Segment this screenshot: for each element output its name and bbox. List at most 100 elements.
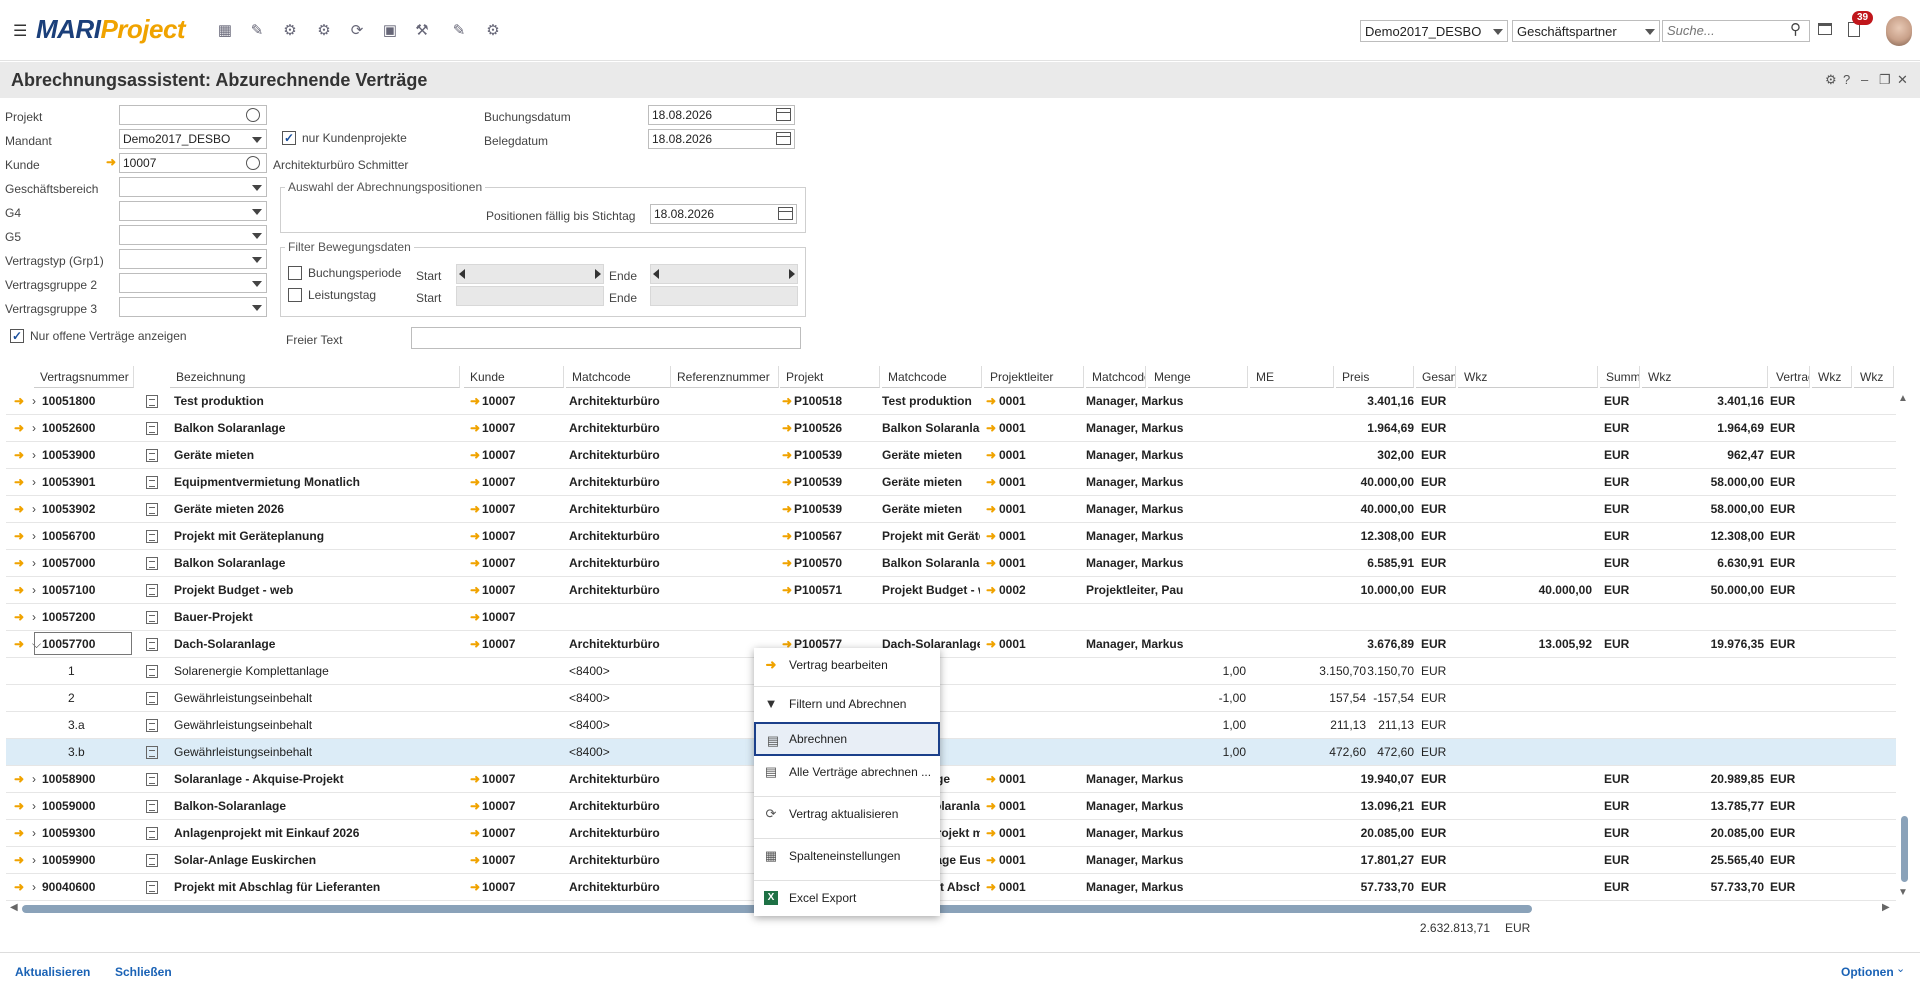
- table-row[interactable]: ➜ › 10053901 Equipmentvermietung Monatlich ➜…: [6, 469, 1896, 496]
- minimize-icon[interactable]: –: [1861, 72, 1868, 87]
- menu-vertrag-aktualisieren[interactable]: ⟳ Vertrag aktualisieren: [754, 796, 940, 830]
- column-header[interactable]: Wkz: [1854, 366, 1894, 388]
- column-header[interactable]: Bezeichnung: [170, 366, 460, 388]
- contract-doc-icon[interactable]: [146, 827, 158, 840]
- contract-doc-icon[interactable]: [146, 476, 158, 489]
- table-row[interactable]: ➜ › 10057000 Balkon Solaranlage ➜ 10007 Archit…: [6, 550, 1896, 577]
- kunde-arrow-icon[interactable]: ➜: [470, 631, 480, 657]
- pl-arrow-icon[interactable]: ➜: [986, 469, 996, 495]
- g4-select[interactable]: [119, 201, 267, 221]
- projekt-arrow-icon[interactable]: ➜: [782, 388, 792, 414]
- search-icon[interactable]: ⚲: [1790, 20, 1801, 38]
- lookup-icon[interactable]: [246, 156, 260, 170]
- restore-icon[interactable]: ❐: [1879, 72, 1891, 88]
- pl-arrow-icon[interactable]: ➜: [986, 496, 996, 522]
- close-icon[interactable]: ✕: [1897, 72, 1908, 88]
- kunde-arrow-icon[interactable]: ➜: [470, 793, 480, 819]
- row-arrow-icon[interactable]: ➜: [14, 577, 24, 603]
- contract-doc-icon[interactable]: [146, 773, 158, 786]
- row-arrow-icon[interactable]: ➜: [14, 766, 24, 792]
- chevron-right-icon[interactable]: ›: [32, 847, 36, 873]
- kunde-arrow-icon[interactable]: ➜: [470, 604, 480, 630]
- freier-text-field[interactable]: [411, 327, 801, 349]
- column-header[interactable]: Vertragsnummer: [34, 366, 134, 388]
- column-header[interactable]: ME: [1250, 366, 1334, 388]
- menu-alle-vertraege[interactable]: ▤ Alle Verträge abrechnen ...: [754, 755, 940, 789]
- kunde-arrow-icon[interactable]: ➜: [470, 847, 480, 873]
- table-row[interactable]: ➜ › 10056700 Projekt mit Geräteplanung ➜ 1000…: [6, 523, 1896, 550]
- chevron-right-icon[interactable]: ›: [32, 874, 36, 900]
- column-header[interactable]: Matchcode: [566, 366, 671, 388]
- column-header[interactable]: Referenznummer: [671, 366, 779, 388]
- client-select[interactable]: Demo2017_DESBO: [1360, 20, 1508, 42]
- projekt-field[interactable]: [119, 105, 267, 125]
- column-header[interactable]: Matchcode: [1086, 366, 1146, 388]
- table-row[interactable]: ➜ › 10052600 Balkon Solaranlage ➜ 10007 Archit…: [6, 415, 1896, 442]
- kunde-arrow-icon[interactable]: ➜: [470, 442, 480, 468]
- buchungsperiode-ende[interactable]: [650, 264, 798, 284]
- table-row[interactable]: ➜ › 10059300 Anlagenprojekt mit Einkauf 202…: [6, 820, 1896, 847]
- column-header[interactable]: Matchcode: [882, 366, 982, 388]
- nur-offene-checkbox[interactable]: ✓: [10, 329, 24, 343]
- column-header[interactable]: Vertragsvolumen: [1770, 366, 1810, 388]
- kunde-arrow-icon[interactable]: ➜: [470, 496, 480, 522]
- leistungstag-ende[interactable]: [650, 286, 798, 306]
- dashboard-icon[interactable]: ▦: [216, 22, 234, 40]
- scroll-up-icon[interactable]: ▲: [1898, 393, 1908, 404]
- scroll-left-icon[interactable]: ◀: [10, 902, 18, 913]
- row-arrow-icon[interactable]: ➜: [14, 415, 24, 441]
- row-arrow-icon[interactable]: ➜: [14, 820, 24, 846]
- menu-icon[interactable]: ☰: [13, 21, 27, 41]
- kunde-arrow-icon[interactable]: ➜: [470, 388, 480, 414]
- contract-doc-icon[interactable]: [146, 719, 158, 732]
- avatar[interactable]: [1886, 16, 1912, 46]
- contract-doc-icon[interactable]: [146, 692, 158, 705]
- row-arrow-icon[interactable]: ➜: [14, 631, 24, 657]
- contract-doc-icon[interactable]: [146, 422, 158, 435]
- contract-doc-icon[interactable]: [146, 854, 158, 867]
- row-arrow-icon[interactable]: ➜: [14, 523, 24, 549]
- window-icon[interactable]: [1818, 23, 1832, 35]
- workflow-icon[interactable]: ⟳: [348, 22, 366, 40]
- chevron-right-icon[interactable]: ›: [32, 415, 36, 441]
- column-header[interactable]: Menge: [1148, 366, 1248, 388]
- row-arrow-icon[interactable]: ➜: [14, 604, 24, 630]
- row-arrow-icon[interactable]: ➜: [14, 847, 24, 873]
- kunde-field[interactable]: 10007: [119, 153, 267, 173]
- archive-icon[interactable]: ▣: [381, 22, 399, 40]
- pl-arrow-icon[interactable]: ➜: [986, 523, 996, 549]
- optionen-button[interactable]: Optionen: [1841, 965, 1894, 979]
- table-row[interactable]: ➜ › 10053900 Geräte mieten ➜ 10007 Architektur…: [6, 442, 1896, 469]
- menu-vertrag-bearbeiten[interactable]: ➜ Vertrag bearbeiten: [754, 648, 940, 682]
- column-header[interactable]: Wkz: [1642, 366, 1768, 388]
- focused-cell[interactable]: [34, 632, 132, 655]
- chevron-right-icon[interactable]: ›: [32, 820, 36, 846]
- chevron-right-icon[interactable]: ›: [32, 793, 36, 819]
- contract-doc-icon[interactable]: [146, 611, 158, 624]
- project-add-icon[interactable]: ⚙: [281, 22, 299, 40]
- column-header[interactable]: Gesamt: [1416, 366, 1456, 388]
- kunde-arrow-icon[interactable]: ➜: [470, 820, 480, 846]
- column-header[interactable]: Kunde: [464, 366, 564, 388]
- aktualisieren-button[interactable]: Aktualisieren: [15, 965, 90, 979]
- table-row[interactable]: ➜ › 10051800 Test produktion ➜ 10007 Architekt…: [6, 388, 1896, 415]
- menu-abrechnen[interactable]: ▤ Abrechnen: [754, 722, 940, 756]
- chevron-right-icon[interactable]: ›: [32, 766, 36, 792]
- chevron-right-icon[interactable]: ›: [32, 496, 36, 522]
- kunde-arrow-icon[interactable]: ➜: [106, 155, 116, 169]
- pl-arrow-icon[interactable]: ➜: [986, 577, 996, 603]
- contract-doc-icon[interactable]: [146, 800, 158, 813]
- calendar-icon[interactable]: [776, 108, 791, 121]
- chevron-right-icon[interactable]: ›: [32, 604, 36, 630]
- edit-list-icon[interactable]: ✎: [248, 22, 266, 40]
- menu-spalteneinstellungen[interactable]: ▦ Spalteneinstellungen: [754, 838, 940, 872]
- pl-arrow-icon[interactable]: ➜: [986, 766, 996, 792]
- contract-doc-icon[interactable]: [146, 638, 158, 651]
- menu-filtern-abrechnen[interactable]: ▼ Filtern und Abrechnen: [754, 686, 940, 720]
- menu-excel-export[interactable]: X Excel Export: [754, 880, 940, 914]
- projekt-arrow-icon[interactable]: ➜: [782, 550, 792, 576]
- kunde-arrow-icon[interactable]: ➜: [470, 577, 480, 603]
- pl-arrow-icon[interactable]: ➜: [986, 847, 996, 873]
- table-row[interactable]: ➜ ⌵ 10057700 Dach-Solaranlage ➜ 10007 Architek…: [6, 631, 1896, 658]
- projekt-arrow-icon[interactable]: ➜: [782, 577, 792, 603]
